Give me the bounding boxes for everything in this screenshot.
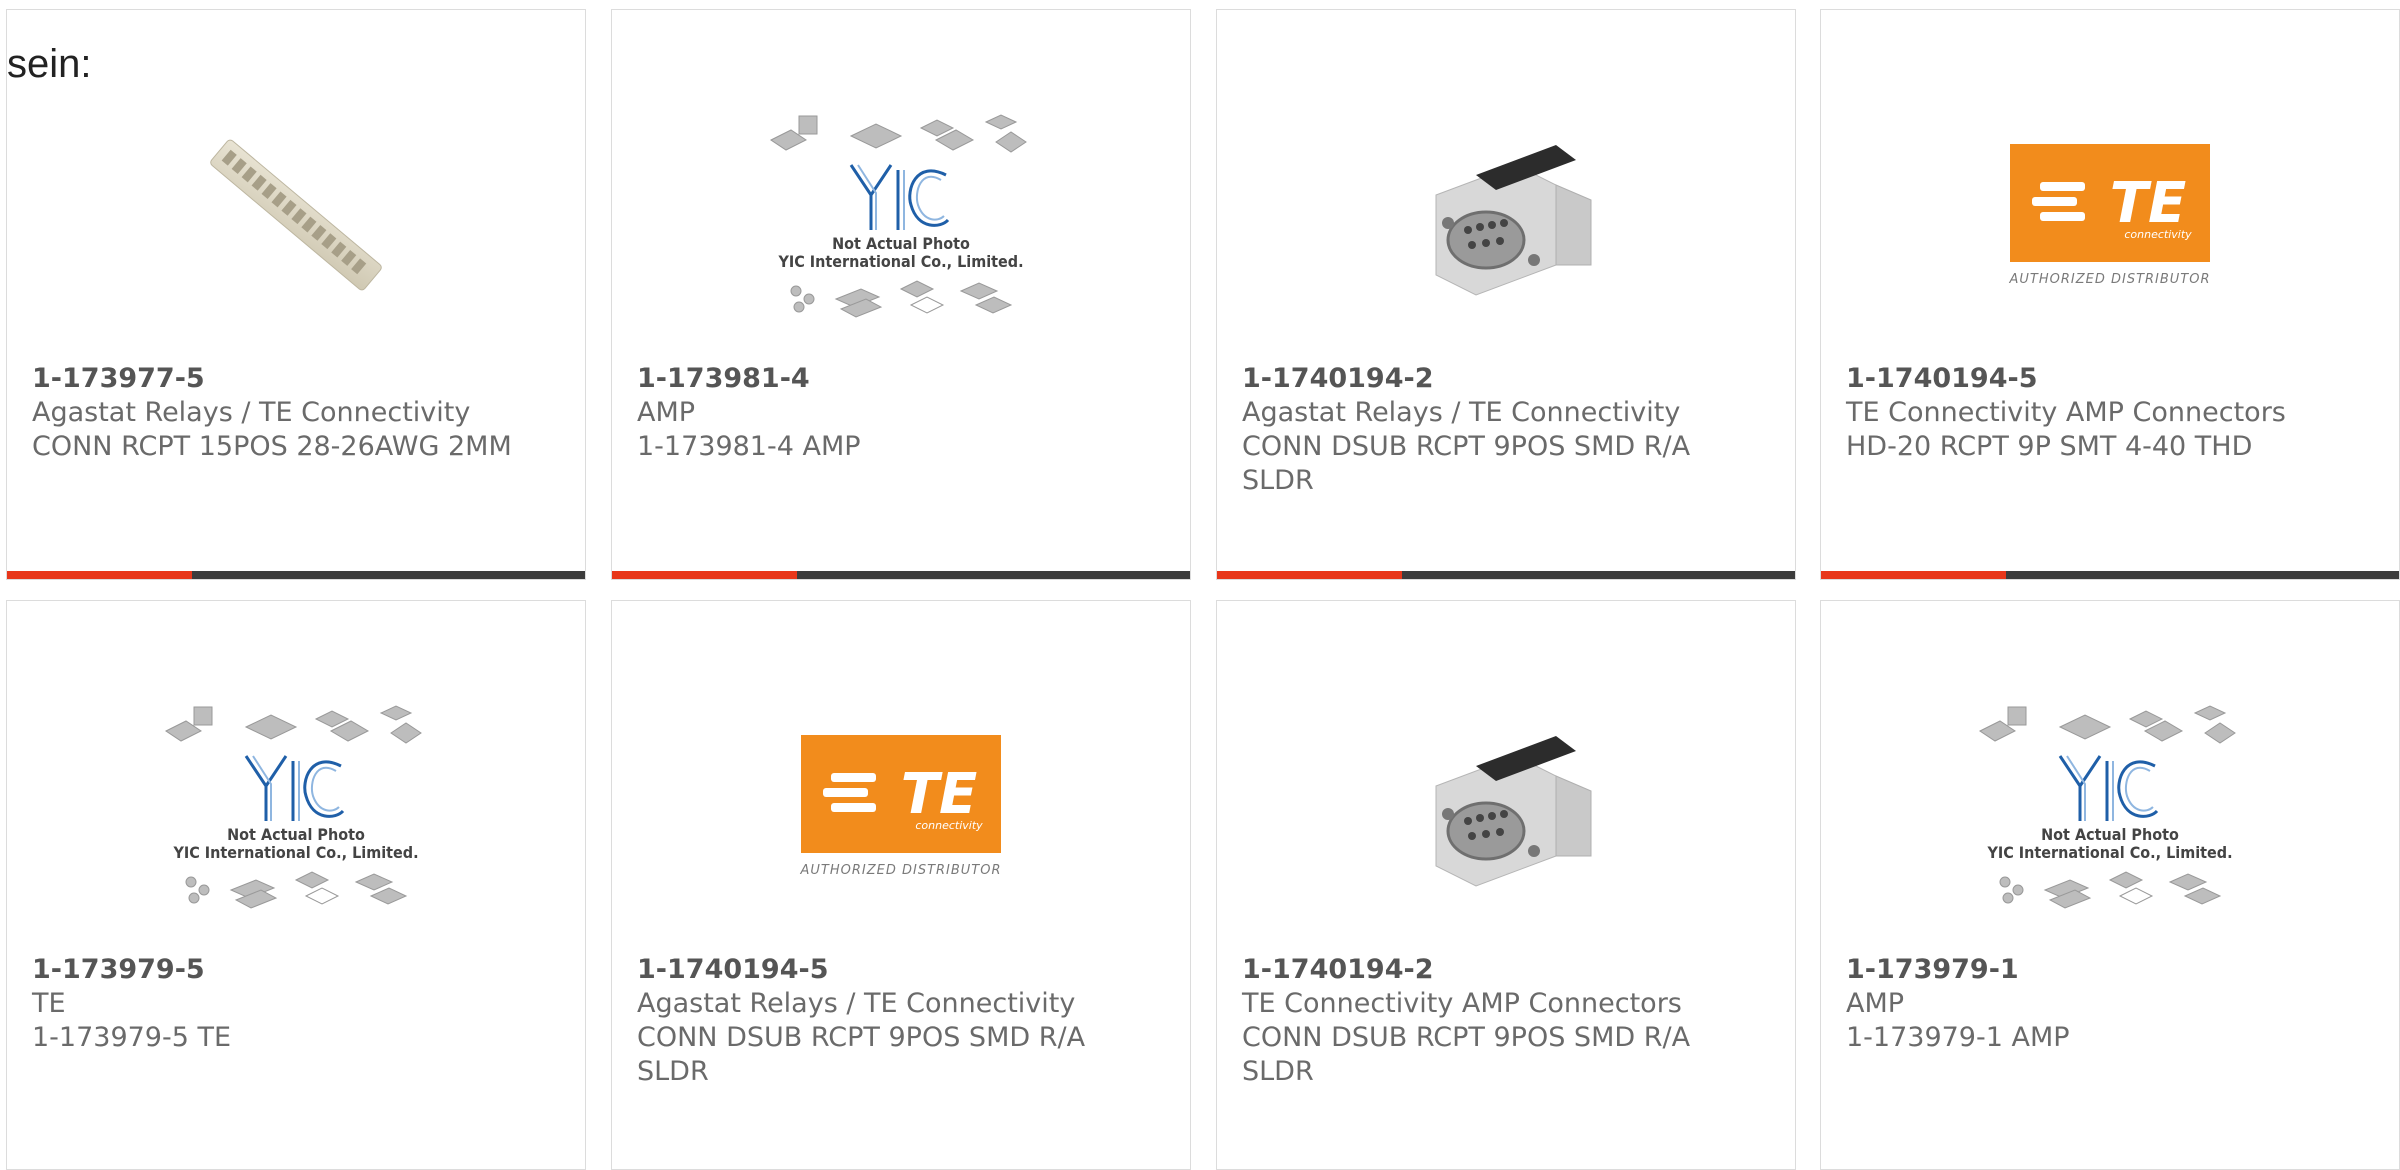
te-logo-icon: TE connectivity bbox=[2010, 143, 2210, 262]
chip-icons-bottom bbox=[185, 870, 408, 909]
te-logo-text: TE bbox=[2110, 171, 2186, 236]
part-number[interactable]: 1-1740194-2 bbox=[1242, 362, 1762, 396]
placeholder-line1: Not Actual Photo bbox=[2041, 824, 2179, 844]
manufacturer: TE Connectivity AMP Connectors bbox=[1846, 397, 2286, 428]
card-progress-bar bbox=[1217, 571, 1795, 579]
product-image[interactable] bbox=[1217, 70, 1795, 360]
chip-icons-top bbox=[770, 113, 1027, 153]
placeholder-line2: YIC International Co., Limited. bbox=[778, 251, 1024, 271]
manufacturer: AMP bbox=[637, 397, 696, 428]
card-progress-bar bbox=[7, 571, 585, 579]
chip-icons-bottom bbox=[1999, 870, 2222, 909]
part-number[interactable]: 1-1740194-5 bbox=[637, 953, 1157, 987]
intro-text: sein: bbox=[7, 42, 92, 86]
card-progress-fill bbox=[1217, 571, 1402, 579]
manufacturer: AMP bbox=[1846, 988, 1905, 1019]
manufacturer: Agastat Relays / TE Connectivity bbox=[637, 988, 1076, 1019]
te-logo-caption: AUTHORIZED DISTRIBUTOR bbox=[2009, 271, 2211, 287]
part-number[interactable]: 1-173979-1 bbox=[1846, 953, 2366, 987]
product-card[interactable]: 1-1740194-2 Agastat Relays / TE Connecti… bbox=[1216, 9, 1796, 580]
product-image[interactable] bbox=[7, 70, 585, 360]
card-progress-fill bbox=[7, 571, 192, 579]
product-image[interactable]: Not Actual Photo YIC International Co., … bbox=[7, 661, 585, 951]
dsub-connector-image bbox=[1435, 736, 1592, 887]
part-number[interactable]: 1-173981-4 bbox=[637, 362, 1157, 396]
chip-icons-bottom bbox=[790, 279, 1013, 318]
description: 1-173979-5 TE bbox=[32, 1022, 232, 1053]
te-logo-caption: AUTHORIZED DISTRIBUTOR bbox=[800, 862, 1002, 878]
description: CONN DSUB RCPT 9POS SMD R/A SLDR bbox=[1242, 1022, 1691, 1087]
product-image[interactable]: TE connectivity AUTHORIZED DISTRIBUTOR bbox=[612, 661, 1190, 951]
yic-logo-icon bbox=[849, 163, 950, 230]
placeholder-line2: YIC International Co., Limited. bbox=[1987, 842, 2233, 862]
product-card[interactable]: 1-173977-5 Agastat Relays / TE Connectiv… bbox=[6, 9, 586, 580]
product-card[interactable]: 1-1740194-2 TE Connectivity AMP Connecto… bbox=[1216, 600, 1796, 1170]
description: CONN DSUB RCPT 9POS SMD R/A SLDR bbox=[637, 1022, 1086, 1087]
product-image[interactable]: TE connectivity AUTHORIZED DISTRIBUTOR bbox=[1821, 70, 2399, 360]
te-logo-text: TE bbox=[901, 762, 977, 827]
description: CONN RCPT 15POS 28-26AWG 2MM bbox=[32, 431, 512, 462]
part-number[interactable]: 1-1740194-5 bbox=[1846, 362, 2366, 396]
product-image[interactable] bbox=[1217, 661, 1795, 951]
placeholder-line1: Not Actual Photo bbox=[227, 824, 365, 844]
description: CONN DSUB RCPT 9POS SMD R/A SLDR bbox=[1242, 431, 1691, 496]
product-card[interactable]: Not Actual Photo YIC International Co., … bbox=[1820, 600, 2400, 1170]
card-progress-fill bbox=[612, 571, 797, 579]
te-logo-sub: connectivity bbox=[915, 819, 983, 832]
part-number[interactable]: 1-173979-5 bbox=[32, 953, 552, 987]
product-image[interactable]: Not Actual Photo YIC International Co., … bbox=[1821, 661, 2399, 951]
te-logo-sub: connectivity bbox=[2124, 228, 2192, 241]
product-card[interactable]: TE connectivity AUTHORIZED DISTRIBUTOR 1… bbox=[1820, 9, 2400, 580]
description: 1-173981-4 AMP bbox=[637, 431, 861, 462]
part-number[interactable]: 1-1740194-2 bbox=[1242, 953, 1762, 987]
description: 1-173979-1 AMP bbox=[1846, 1022, 2070, 1053]
manufacturer: TE bbox=[32, 988, 66, 1019]
description: HD-20 RCPT 9P SMT 4-40 THD bbox=[1846, 431, 2253, 462]
chip-icons-top bbox=[165, 704, 422, 744]
card-progress-bar bbox=[1821, 571, 2399, 579]
product-card[interactable]: Not Actual Photo YIC International Co., … bbox=[6, 600, 586, 1170]
card-progress-bar bbox=[612, 571, 1190, 579]
te-logo-icon: TE connectivity bbox=[801, 734, 1001, 853]
product-image[interactable]: Not Actual Photo YIC International Co., … bbox=[612, 70, 1190, 360]
product-card[interactable]: TE connectivity AUTHORIZED DISTRIBUTOR 1… bbox=[611, 600, 1191, 1170]
manufacturer: Agastat Relays / TE Connectivity bbox=[32, 397, 471, 428]
part-number[interactable]: 1-173977-5 bbox=[32, 362, 552, 396]
card-progress-fill bbox=[1821, 571, 2006, 579]
placeholder-line2: YIC International Co., Limited. bbox=[173, 842, 419, 862]
yic-logo-icon bbox=[244, 754, 345, 821]
placeholder-line1: Not Actual Photo bbox=[832, 233, 970, 253]
dsub-connector-image bbox=[1435, 145, 1592, 296]
product-card[interactable]: Not Actual Photo YIC International Co., … bbox=[611, 9, 1191, 580]
yic-logo-icon bbox=[2058, 754, 2159, 821]
manufacturer: Agastat Relays / TE Connectivity bbox=[1242, 397, 1681, 428]
manufacturer: TE Connectivity AMP Connectors bbox=[1242, 988, 1682, 1019]
strip-connector-image bbox=[210, 139, 382, 291]
chip-icons-top bbox=[1979, 704, 2236, 744]
